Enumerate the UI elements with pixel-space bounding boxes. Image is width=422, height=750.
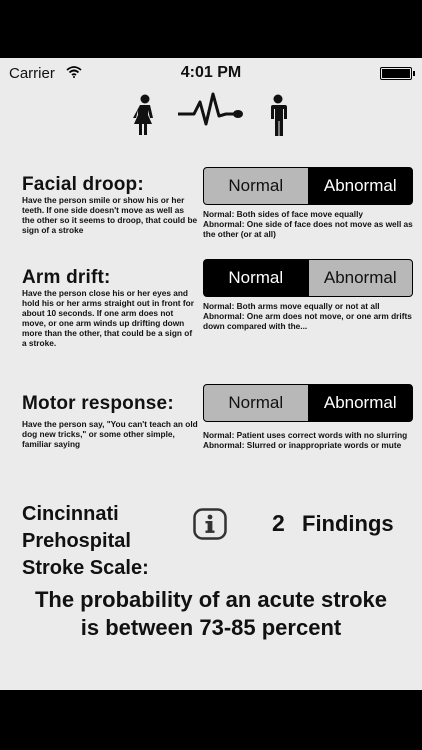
arm-drift-note-text: Normal: Both arms move equally or not at… <box>203 301 412 331</box>
findings-count: 2 <box>272 510 285 536</box>
heartbeat-line-icon <box>178 92 243 126</box>
arm-drift-segmented-control[interactable]: Normal Abnormal <box>203 259 413 297</box>
scale-title-line1: Cincinnati <box>22 503 119 525</box>
scale-title-line2: Prehospital <box>22 530 131 552</box>
arm-drift-title: Arm drift: <box>22 267 111 288</box>
probability-message: The probability of an acute stroke is be… <box>0 586 422 642</box>
arm-drift-note: Normal: Both arms move equally or not at… <box>203 301 413 331</box>
male-figure-icon <box>271 94 287 136</box>
female-figure-icon <box>133 94 153 135</box>
probability-line2: is between 73-85 percent <box>80 615 342 640</box>
facial-droop-title: Facial droop: <box>22 174 144 195</box>
probability-line1: The probability of an acute stroke <box>34 587 388 612</box>
arm-drift-description: Have the person close his or her eyes an… <box>22 288 194 348</box>
facial-droop-segmented-control[interactable]: Normal Abnormal <box>203 167 413 205</box>
facial-droop-abnormal-option[interactable]: Abnormal <box>308 168 412 204</box>
clock: 4:01 PM <box>180 64 242 81</box>
facial-droop-note: Normal: Both sides of face move equally … <box>203 209 413 239</box>
scale-title: Cincinnati Prehospital Stroke Scale: <box>22 501 149 582</box>
findings-label: Findings <box>302 511 394 536</box>
motor-response-normal-option[interactable]: Normal <box>204 385 309 421</box>
facial-droop-description: Have the person smile or show his or her… <box>22 195 198 235</box>
motor-response-note-text: Normal: Patient uses correct words with … <box>203 430 408 450</box>
motor-response-abnormal-option[interactable]: Abnormal <box>308 385 412 421</box>
motor-response-segmented-control[interactable]: Normal Abnormal <box>203 384 413 422</box>
app-screen: Carrier 4:01 PM Facial droop: Have the p… <box>0 58 422 690</box>
arm-drift-normal-option[interactable]: Normal <box>204 260 308 296</box>
battery-icon <box>380 67 415 80</box>
motor-response-description: Have the person say, "You can't teach an… <box>22 419 198 449</box>
header-icons <box>0 92 422 136</box>
status-bar: Carrier 4:01 PM <box>0 58 422 88</box>
scale-title-line3: Stroke Scale: <box>22 557 149 579</box>
motor-response-title: Motor response: <box>22 393 174 414</box>
info-icon[interactable] <box>193 508 227 540</box>
arm-drift-abnormal-option[interactable]: Abnormal <box>307 260 412 296</box>
facial-droop-normal-option[interactable]: Normal <box>204 168 309 204</box>
facial-droop-note-text: Normal: Both sides of face move equally … <box>203 209 413 239</box>
motor-response-note: Normal: Patient uses correct words with … <box>203 430 413 450</box>
